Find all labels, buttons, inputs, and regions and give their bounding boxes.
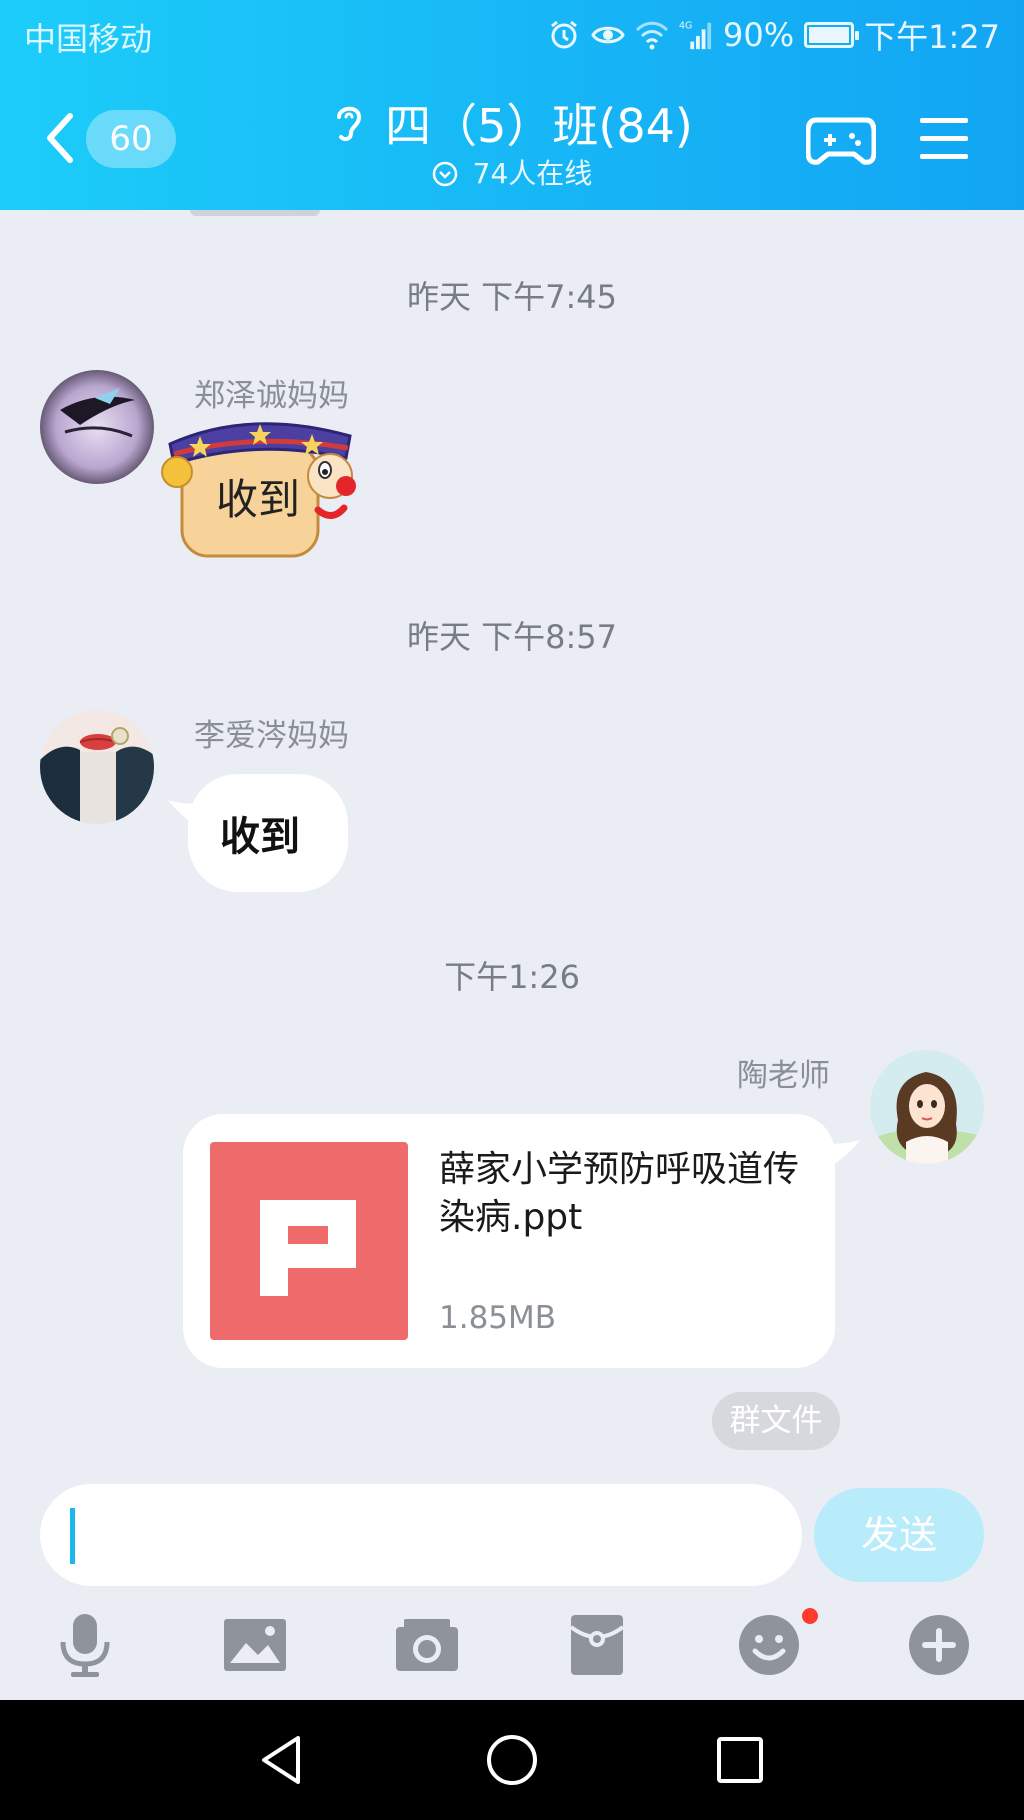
sender-name: 李爱涔妈妈 xyxy=(194,718,349,754)
sender-name: 郑泽诚妈妈 xyxy=(194,378,349,414)
message-timestamp: 昨天 下午7:45 xyxy=(406,278,618,316)
clown-sticker[interactable]: 收到 xyxy=(160,414,360,564)
clock: 下午1:27 xyxy=(864,18,1000,56)
red-packet-icon[interactable] xyxy=(560,1610,634,1680)
message-input-bar: 发送 xyxy=(0,1480,1024,1590)
nav-back-icon[interactable] xyxy=(254,1730,314,1790)
message-timestamp: 昨天 下午8:57 xyxy=(406,618,618,656)
message-input[interactable] xyxy=(40,1484,802,1586)
nav-recents-icon[interactable] xyxy=(710,1730,770,1790)
plus-icon[interactable] xyxy=(902,1610,976,1680)
wifi-icon xyxy=(635,18,669,52)
message-text: 收到 xyxy=(220,813,300,860)
sender-name: 陶老师 xyxy=(737,1058,830,1094)
group-file-tag[interactable]: 群文件 xyxy=(712,1392,840,1450)
message-timestamp: 下午1:26 xyxy=(444,958,580,996)
ear-icon xyxy=(337,106,362,142)
text-caret xyxy=(70,1508,75,1564)
gamepad-icon[interactable] xyxy=(806,112,876,168)
notification-dot xyxy=(802,1608,818,1624)
system-navigation-bar xyxy=(0,1700,1024,1820)
send-button[interactable]: 发送 xyxy=(814,1488,984,1582)
file-name: 薛家小学预防呼吸道传染病.ppt xyxy=(439,1149,800,1238)
chat-title: 四（5）班(84) xyxy=(385,99,693,153)
network-type-label: 4G xyxy=(679,20,692,31)
sticker-label: 收到 xyxy=(216,475,301,524)
battery-fill xyxy=(809,27,849,43)
avatar[interactable] xyxy=(870,1050,984,1164)
message-bubble[interactable]: 收到 xyxy=(188,774,348,892)
chevron-down-icon xyxy=(432,161,457,187)
file-size: 1.85MB xyxy=(439,1300,557,1336)
status-icons: 4G 90% 下午1:27 xyxy=(547,12,1000,58)
alarm-icon xyxy=(547,18,581,52)
chat-header: 中国移动 4G 90% 下午1:27 60 四（5）班(84) 74人在线 xyxy=(0,0,1024,210)
camera-icon[interactable] xyxy=(390,1610,464,1680)
file-message-card[interactable]: 薛家小学预防呼吸道传染病.ppt 1.85MB xyxy=(183,1114,835,1368)
image-icon[interactable] xyxy=(218,1610,292,1680)
battery-percent: 90% xyxy=(723,16,795,54)
status-bar: 中国移动 4G 90% 下午1:27 xyxy=(0,0,1024,72)
microphone-icon[interactable] xyxy=(48,1610,122,1680)
eye-icon xyxy=(591,18,625,52)
nav-home-icon[interactable] xyxy=(482,1730,542,1790)
message-list[interactable]: 昨天 下午7:45 郑泽诚妈妈 收到 昨天 下午8:57 李爱涔妈妈 收到 下午… xyxy=(0,210,1024,1480)
ppt-file-icon xyxy=(210,1142,408,1340)
avatar[interactable] xyxy=(40,370,154,484)
battery-icon xyxy=(804,22,860,48)
input-toolbar xyxy=(0,1590,1024,1700)
online-count: 74人在线 xyxy=(472,157,593,190)
previous-message-edge xyxy=(190,210,320,216)
carrier-name: 中国移动 xyxy=(24,20,153,58)
menu-icon[interactable] xyxy=(918,114,970,164)
avatar[interactable] xyxy=(40,710,154,824)
emoji-icon[interactable] xyxy=(732,1610,806,1680)
signal-icon: 4G xyxy=(679,18,713,52)
